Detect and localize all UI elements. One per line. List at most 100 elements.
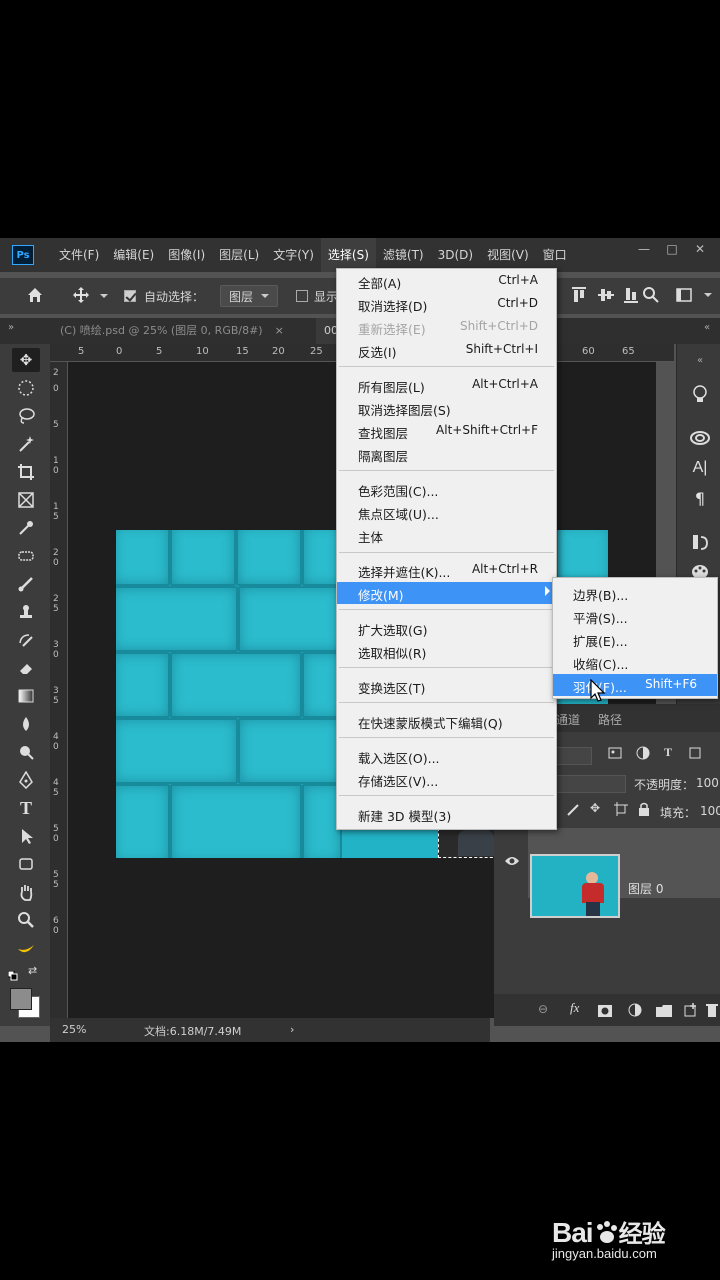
menu-filter[interactable]: 滤镜(T): [376, 238, 431, 272]
menu-item-grow[interactable]: 扩大选取(G): [337, 617, 556, 639]
menu-item-focus-area[interactable]: 焦点区域(U)...: [337, 501, 556, 523]
menu-view[interactable]: 视图(V): [480, 238, 536, 272]
image-filter-icon[interactable]: [608, 746, 622, 763]
frame-tool-icon[interactable]: [12, 488, 40, 512]
fill-value[interactable]: 100: [700, 804, 720, 818]
menu-item-select-and-mask[interactable]: 选择并遮住(K)... Alt+Ctrl+R: [337, 559, 556, 581]
lock-position-icon[interactable]: ✥: [590, 801, 600, 815]
delete-layer-icon[interactable]: [706, 1002, 718, 1021]
menu-item-deselect-layers[interactable]: 取消选择图层(S): [337, 397, 556, 419]
chevron-down-icon[interactable]: [100, 294, 108, 298]
menu-window[interactable]: 窗口: [536, 238, 574, 272]
align-bottom-icon[interactable]: [624, 287, 638, 307]
tab-document-1[interactable]: (C) 喷绘.psd @ 25% (图层 0, RGB/8#) ×: [52, 318, 306, 344]
adjustment-filter-icon[interactable]: [636, 746, 650, 763]
menu-item-all[interactable]: 全部(A) Ctrl+A: [337, 270, 556, 292]
pen-tool-icon[interactable]: [12, 768, 40, 792]
chevron-down-icon[interactable]: [704, 293, 712, 297]
magic-wand-icon[interactable]: [12, 432, 40, 456]
menu-item-similar[interactable]: 选取相似(R): [337, 640, 556, 662]
maximize-button[interactable]: □: [658, 238, 686, 264]
type-tool-icon[interactable]: T: [12, 796, 40, 820]
history-icon[interactable]: [685, 530, 715, 554]
menu-item-modify[interactable]: 修改(M): [337, 582, 556, 604]
menu-select[interactable]: 选择(S): [320, 238, 376, 272]
adjustment-layer-icon[interactable]: [628, 1002, 642, 1021]
tab-channels[interactable]: 通道: [556, 711, 580, 728]
lock-pixels-icon[interactable]: [566, 803, 580, 820]
menu-item-quick-mask[interactable]: 在快速蒙版模式下编辑(Q): [337, 710, 556, 732]
opacity-value[interactable]: 100: [696, 776, 719, 790]
eyedropper-icon[interactable]: [12, 516, 40, 540]
lightbulb-icon[interactable]: [685, 382, 715, 406]
hand-tool-icon[interactable]: [12, 880, 40, 904]
menu-item-color-range[interactable]: 色彩范围(C)...: [337, 478, 556, 500]
auto-select-checkbox[interactable]: [124, 290, 136, 302]
paragraph-icon[interactable]: ¶: [685, 486, 715, 510]
status-menu-arrow[interactable]: ›: [290, 1023, 294, 1036]
move-tool-icon[interactable]: ✥: [12, 348, 40, 372]
type-filter-icon[interactable]: T: [664, 745, 672, 760]
submenu-item-feather[interactable]: 羽化(F)... Shift+F6: [553, 674, 717, 696]
menu-item-deselect[interactable]: 取消选择(D) Ctrl+D: [337, 293, 556, 315]
eye-visibility-icon[interactable]: [504, 852, 520, 871]
menu-item-isolate-layers[interactable]: 隔离图层: [337, 443, 556, 465]
crop-tool-icon[interactable]: [12, 460, 40, 484]
shape-tool-icon[interactable]: [12, 852, 40, 876]
menu-item-load-selection[interactable]: 载入选区(O)...: [337, 745, 556, 767]
foreground-color-swatch[interactable]: [10, 988, 32, 1010]
menu-file[interactable]: 文件(F): [52, 238, 106, 272]
lock-all-icon[interactable]: [638, 802, 650, 819]
fx-icon[interactable]: fx: [570, 1000, 579, 1016]
align-top-icon[interactable]: [572, 287, 586, 307]
menu-item-transform-selection[interactable]: 变换选区(T): [337, 675, 556, 697]
creative-cloud-icon[interactable]: [685, 426, 715, 450]
show-transform-checkbox[interactable]: [296, 290, 308, 302]
zoom-level[interactable]: 25%: [62, 1023, 86, 1036]
collapse-arrows-icon[interactable]: «: [685, 348, 715, 372]
close-window-button[interactable]: ✕: [686, 238, 714, 264]
home-icon[interactable]: [26, 286, 44, 308]
default-colors-icon[interactable]: [7, 966, 22, 981]
submenu-item-smooth[interactable]: 平滑(S)...: [553, 605, 717, 627]
shape-filter-icon[interactable]: [688, 746, 702, 763]
search-icon[interactable]: [642, 286, 660, 308]
lock-artboard-icon[interactable]: [614, 802, 628, 819]
layer-select-dropdown[interactable]: 图层: [220, 285, 279, 307]
character-icon[interactable]: A|: [685, 456, 715, 480]
clone-stamp-icon[interactable]: [12, 600, 40, 624]
tab-paths[interactable]: 路径: [598, 711, 622, 728]
close-icon[interactable]: ×: [275, 324, 284, 337]
minimize-button[interactable]: —: [630, 238, 658, 264]
filter-kind-dropdown[interactable]: [556, 747, 592, 765]
menu-type[interactable]: 文字(Y): [266, 238, 321, 272]
group-folder-icon[interactable]: [656, 1002, 672, 1021]
zoom-tool-icon[interactable]: [12, 908, 40, 932]
menu-item-all-layers[interactable]: 所有图层(L) Alt+Ctrl+A: [337, 374, 556, 396]
menu-3d[interactable]: 3D(D): [431, 238, 480, 272]
link-layers-icon[interactable]: ⊖: [538, 1002, 548, 1016]
align-vcenter-icon[interactable]: [598, 287, 614, 307]
menu-item-subject[interactable]: 主体: [337, 524, 556, 546]
layer-name[interactable]: 图层 0: [628, 880, 663, 897]
menu-image[interactable]: 图像(I): [161, 238, 212, 272]
menu-edit[interactable]: 编辑(E): [106, 238, 161, 272]
add-mask-icon[interactable]: [598, 1002, 612, 1021]
submenu-item-border[interactable]: 边界(B)...: [553, 582, 717, 604]
lasso-tool-icon[interactable]: [12, 404, 40, 428]
dodge-tool-icon[interactable]: [12, 740, 40, 764]
blend-mode-dropdown[interactable]: [556, 775, 626, 793]
collapse-arrows-icon[interactable]: «: [704, 322, 710, 333]
menu-layer[interactable]: 图层(L): [212, 238, 266, 272]
healing-brush-icon[interactable]: [12, 544, 40, 568]
submenu-item-contract[interactable]: 收缩(C)...: [553, 651, 717, 673]
path-selection-icon[interactable]: [12, 824, 40, 848]
menu-item-inverse[interactable]: 反选(I) Shift+Ctrl+I: [337, 339, 556, 361]
move-tool-icon[interactable]: [72, 286, 90, 308]
banana-icon[interactable]: [12, 936, 40, 960]
menu-item-find-layers[interactable]: 查找图层 Alt+Shift+Ctrl+F: [337, 420, 556, 442]
marquee-tool-icon[interactable]: [12, 376, 40, 400]
brush-tool-icon[interactable]: [12, 572, 40, 596]
submenu-item-expand[interactable]: 扩展(E)...: [553, 628, 717, 650]
menu-item-save-selection[interactable]: 存储选区(V)...: [337, 768, 556, 790]
